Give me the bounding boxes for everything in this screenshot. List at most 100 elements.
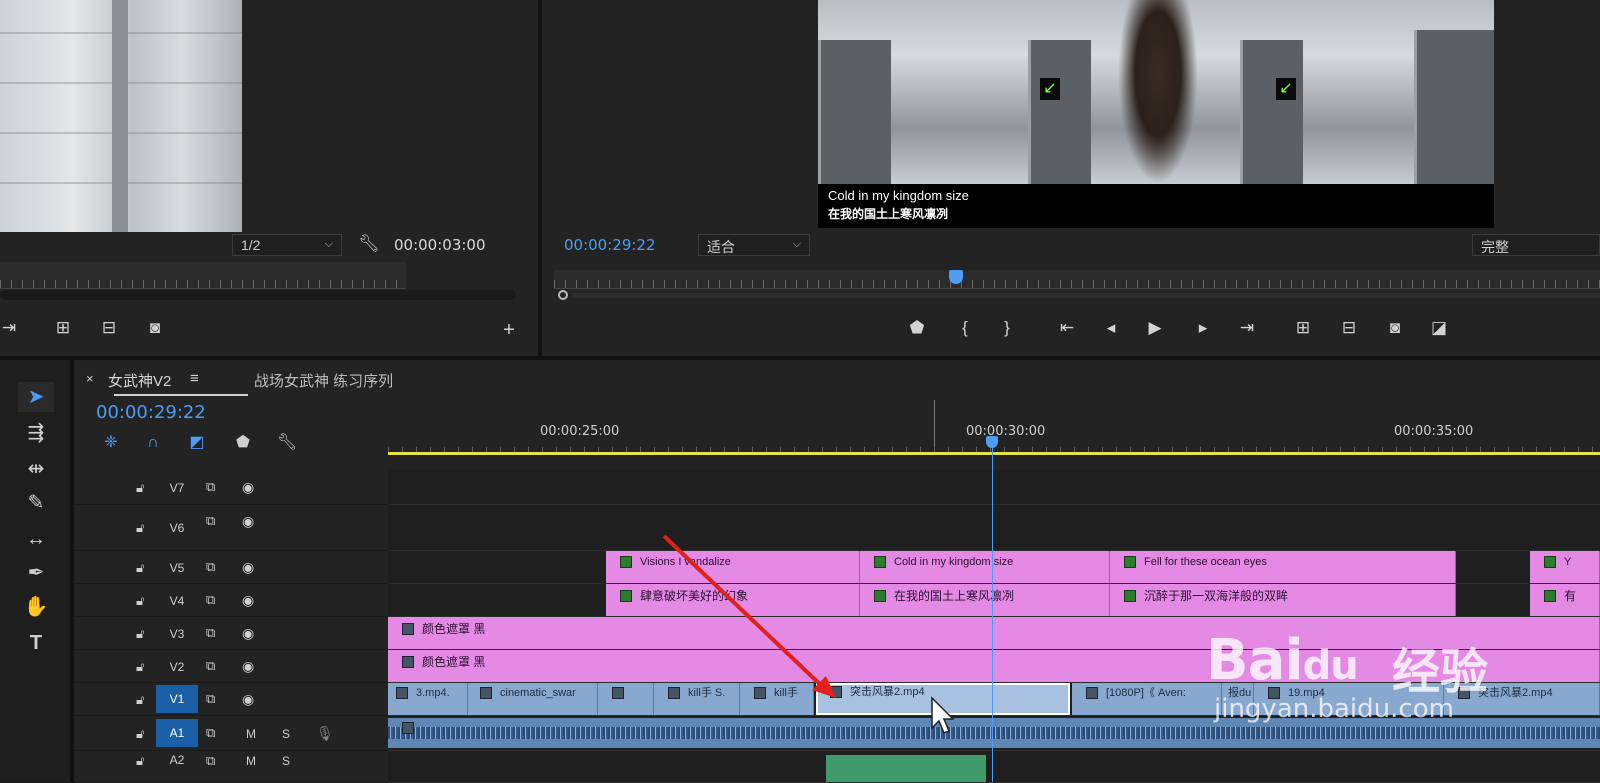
clip[interactable]: kill手 <box>740 683 814 715</box>
nest-icon[interactable]: ❈ <box>98 430 124 456</box>
sync-lock-icon[interactable]: ⧉ <box>206 691 215 707</box>
wrench-icon[interactable]: 🔧︎ <box>356 232 382 256</box>
eye-icon[interactable]: ◉ <box>242 658 254 675</box>
eye-icon[interactable]: ◉ <box>242 592 254 609</box>
track-name[interactable]: V1 <box>156 685 198 713</box>
clip[interactable]: cinematic_swar <box>468 683 598 715</box>
track-select-tool-icon[interactable]: ⇶ <box>18 418 54 448</box>
clip[interactable]: kill手 S. <box>654 683 740 715</box>
sync-lock-icon[interactable]: ⧉ <box>206 479 215 495</box>
track-name[interactable]: A1 <box>156 719 198 747</box>
sync-lock-icon[interactable]: ⧉ <box>206 513 215 529</box>
go-to-out-icon[interactable]: ⇥ <box>1234 316 1260 340</box>
solo-button[interactable]: S <box>282 727 290 741</box>
tab-menu-icon[interactable]: ≡ <box>190 370 199 387</box>
track-name[interactable]: A2 <box>156 753 198 767</box>
camera-icon[interactable]: ◙ <box>1382 316 1408 340</box>
lock-icon[interactable]: 🔓︎ <box>136 480 144 496</box>
slip-tool-icon[interactable]: ↔ <box>18 524 54 554</box>
timeline-timecode[interactable]: 00:00:29:22 <box>96 402 206 423</box>
lock-icon[interactable]: 🔓︎ <box>136 692 144 708</box>
clip[interactable]: Y <box>1530 551 1600 583</box>
extract-icon[interactable]: ⊟ <box>1336 316 1362 340</box>
ripple-edit-tool-icon[interactable]: ⇹ <box>18 454 54 484</box>
work-area-bar[interactable] <box>388 452 1600 455</box>
timeline-settings-icon[interactable]: 🔧︎ <box>274 430 300 456</box>
solo-button[interactable]: S <box>282 754 290 768</box>
lock-icon[interactable]: 🔓︎ <box>136 753 144 769</box>
mute-button[interactable]: M <box>246 754 256 768</box>
lock-icon[interactable]: 🔓︎ <box>136 593 144 609</box>
track-name[interactable]: V5 <box>156 561 198 575</box>
lift-icon[interactable]: ⊞ <box>1290 316 1316 340</box>
clip[interactable]: 3.mp4. <box>388 683 468 715</box>
clip[interactable] <box>598 683 654 715</box>
timeline-playhead-icon[interactable] <box>986 436 998 448</box>
source-zoom-dropdown[interactable]: 1/2 ⌵ <box>232 234 342 256</box>
program-quality-dropdown[interactable]: 完整 <box>1472 234 1600 256</box>
clip[interactable]: 肆意破坏美好的幻象 <box>606 584 860 616</box>
type-tool-icon[interactable]: T <box>18 628 54 658</box>
add-marker-icon[interactable]: ⬟ <box>904 316 930 340</box>
track-lane-v6[interactable] <box>388 505 1600 551</box>
sync-lock-icon[interactable]: ⧉ <box>206 753 215 769</box>
program-playhead-icon[interactable] <box>949 270 963 284</box>
mute-button[interactable]: M <box>246 727 256 741</box>
program-time-ruler[interactable] <box>554 270 1600 289</box>
program-zoom-scrollbar[interactable] <box>572 293 1600 298</box>
track-lane-v7[interactable] <box>388 470 1600 505</box>
step-back-icon[interactable]: ◂ <box>1098 316 1124 340</box>
audio-clip[interactable] <box>826 755 986 782</box>
program-fit-dropdown[interactable]: 适合 ⌵ <box>698 234 810 256</box>
lock-icon[interactable]: 🔓︎ <box>136 560 144 576</box>
track-name[interactable]: V7 <box>156 481 198 495</box>
track-name[interactable]: V4 <box>156 594 198 608</box>
clip[interactable]: 有 <box>1530 584 1600 616</box>
tab-sequence-v2[interactable]: 女武神V2 <box>108 370 171 391</box>
track-name[interactable]: V2 <box>156 660 198 674</box>
overwrite-icon[interactable]: ⊞ <box>50 316 76 340</box>
linked-selection-icon[interactable]: ◩ <box>184 430 210 456</box>
step-forward-icon[interactable]: ▸ <box>1190 316 1216 340</box>
go-to-in-icon[interactable]: ⇤ <box>1054 316 1080 340</box>
export-frame-icon[interactable]: ⊟ <box>96 316 122 340</box>
eye-icon[interactable]: ◉ <box>242 513 254 530</box>
mark-in-icon[interactable]: { <box>952 316 978 340</box>
play-icon[interactable]: ▶ <box>1142 316 1168 340</box>
zoom-handle-icon[interactable] <box>558 290 568 300</box>
snap-magnet-icon[interactable]: ∩ <box>140 430 166 456</box>
hand-tool-icon[interactable]: ✋ <box>18 592 54 622</box>
sync-lock-icon[interactable]: ⧉ <box>206 725 215 741</box>
clip[interactable]: 在我的国土上寒风凛冽 <box>860 584 1110 616</box>
mark-out-icon[interactable]: } <box>994 316 1020 340</box>
lock-icon[interactable]: 🔓︎ <box>136 659 144 675</box>
track-lane-v5[interactable]: Visions I vandalize Cold in my kingdom s… <box>388 551 1600 584</box>
clip[interactable]: [1080P]《 Aven: <box>1072 683 1222 715</box>
clip[interactable]: Fell for these ocean eyes <box>1110 551 1456 583</box>
track-name[interactable]: V6 <box>156 521 198 535</box>
lock-icon[interactable]: 🔓︎ <box>136 726 144 742</box>
add-marker-icon[interactable]: ⬟ <box>230 430 256 456</box>
lock-icon[interactable]: 🔓︎ <box>136 626 144 642</box>
close-tab-icon[interactable]: × <box>86 371 94 386</box>
sync-lock-icon[interactable]: ⧉ <box>206 559 215 575</box>
camera-icon[interactable]: ◙ <box>142 316 168 340</box>
source-time-ruler[interactable] <box>0 262 406 289</box>
razor-tool-icon[interactable]: ✎ <box>18 488 54 518</box>
eye-icon[interactable]: ◉ <box>242 479 254 496</box>
eye-icon[interactable]: ◉ <box>242 559 254 576</box>
sync-lock-icon[interactable]: ⧉ <box>206 592 215 608</box>
program-timecode[interactable]: 00:00:29:22 <box>564 236 656 254</box>
tab-practice-sequence[interactable]: 战场女武神 练习序列 <box>254 370 393 391</box>
pen-tool-icon[interactable]: ✒ <box>18 558 54 588</box>
sync-lock-icon[interactable]: ⧉ <box>206 658 215 674</box>
timeline-playhead-line[interactable] <box>992 438 993 782</box>
microphone-icon[interactable]: 🎙︎ <box>316 725 334 742</box>
source-zoom-scrollbar[interactable] <box>0 290 516 300</box>
insert-icon[interactable]: ⇥ <box>0 316 22 340</box>
sync-lock-icon[interactable]: ⧉ <box>206 625 215 641</box>
comparison-view-icon[interactable]: ◪ <box>1426 316 1452 340</box>
clip[interactable]: Visions I vandalize <box>606 551 860 583</box>
eye-icon[interactable]: ◉ <box>242 691 254 708</box>
track-lane-a2[interactable] <box>388 751 1600 783</box>
